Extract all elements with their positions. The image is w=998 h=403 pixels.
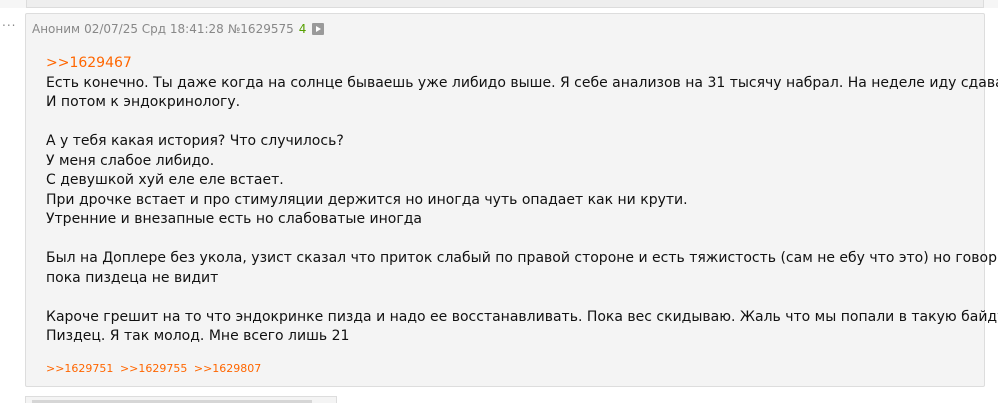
reply-link[interactable]: >>1629807 [194,362,261,375]
post-menu-toggle[interactable]: ... [2,16,22,28]
thread-page: ... Аноним 02/07/25 Срд 18:41:28 №162957… [0,0,998,403]
replies-count: 4 [298,22,307,36]
play-icon[interactable] [312,23,325,35]
message-line: А у тебя какая история? Что случилось? [46,133,344,149]
reply-links: >>1629751 >>1629755 >>1629807 [46,362,264,376]
message-line: Пиздец. Я так молод. Мне всего лишь 21 [46,328,350,344]
message-line: Есть конечно. Ты даже когда на солнце бы… [46,74,998,91]
message-line: Утренние и внезапные есть но слабоватые … [46,211,422,227]
message-line: С девушкой хуй еле еле встает. [46,172,284,188]
post-number-link[interactable]: №1629575 [228,22,294,36]
reply-link[interactable]: >>1629751 [46,362,113,375]
reply-link[interactable]: >>1629755 [120,362,187,375]
previous-post-edge [0,0,998,8]
post-author: Аноним [32,22,81,36]
message-line: пока пиздеца не видит [46,269,219,286]
post: Аноним 02/07/25 Срд 18:41:28 №1629575 4 … [25,13,998,387]
message-line: У меня слабое либидо. [46,152,215,169]
quote-link[interactable]: >>1629467 [46,54,976,74]
post-header: Аноним 02/07/25 Срд 18:41:28 №1629575 4 [32,20,325,38]
message-line: При дрочке встает и про стимуляции держи… [46,191,688,208]
message-line: Кароче грешит на то что эндокринке пизда… [46,308,998,325]
post-date: 02/07/25 Срд 18:41:28 [84,22,224,36]
next-post-edge [25,396,337,403]
post-message: >>1629467 Есть конечно. Ты даже когда на… [46,54,998,347]
message-line: Был на Доплере без укола, узист сказал ч… [46,250,998,266]
message-line: И потом к эндокринологу. [46,94,241,110]
previous-post-bottom [26,0,984,8]
